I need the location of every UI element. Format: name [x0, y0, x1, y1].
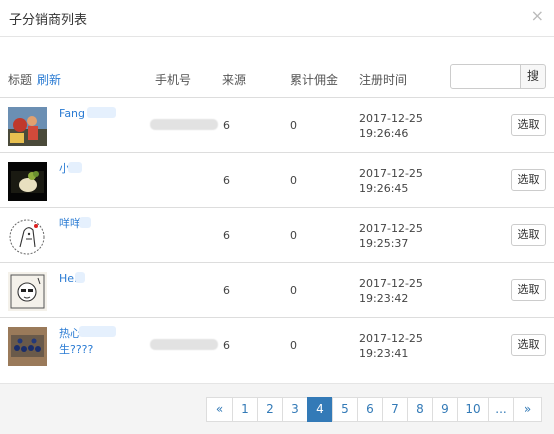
register-clock: 19:23:41	[359, 347, 409, 360]
redacted-name	[87, 107, 116, 118]
page-1-button[interactable]: 1	[232, 397, 258, 422]
register-date: 2017-12-25	[359, 167, 423, 180]
page-5-button[interactable]: 5	[332, 397, 358, 422]
refresh-link[interactable]: 刷新	[37, 71, 61, 88]
select-button[interactable]: 选取	[511, 334, 546, 356]
register-time: 2017-12-25 19:23:41	[359, 331, 423, 361]
close-icon[interactable]: ×	[531, 6, 544, 25]
distributor-name[interactable]: Fang	[59, 107, 85, 120]
register-clock: 19:26:45	[359, 182, 409, 195]
column-source: 来源	[222, 73, 247, 87]
column-commission: 累计佣金	[290, 73, 339, 87]
source-value: 6	[223, 119, 230, 132]
register-clock: 19:26:46	[359, 127, 409, 140]
table-row: 热心 生???? 6 0 2017-12-25 19:23:41 选取	[0, 317, 554, 372]
distributor-name-line2: 生????	[59, 343, 94, 356]
dialog-title: 子分销商列表	[9, 13, 88, 28]
commission-value: 0	[290, 339, 297, 352]
select-button[interactable]: 选取	[511, 279, 546, 301]
avatar	[8, 272, 47, 311]
page-2-button[interactable]: 2	[257, 397, 283, 422]
register-clock: 19:25:37	[359, 237, 409, 250]
avatar	[8, 217, 47, 256]
page-9-button[interactable]: 9	[432, 397, 458, 422]
select-button[interactable]: 选取	[511, 169, 546, 191]
commission-value: 0	[290, 284, 297, 297]
source-value: 6	[223, 284, 230, 297]
register-date: 2017-12-25	[359, 332, 423, 345]
redacted-name	[68, 162, 82, 173]
commission-value: 0	[290, 174, 297, 187]
avatar	[8, 162, 47, 201]
column-title: 标题	[8, 73, 33, 87]
source-value: 6	[223, 174, 230, 187]
register-date: 2017-12-25	[359, 222, 423, 235]
redacted-name	[79, 326, 116, 337]
avatar	[8, 327, 47, 366]
search-input[interactable]	[450, 64, 521, 89]
table-header: 标题 刷新 手机号 来源 累计佣金 注册时间 搜	[0, 60, 554, 97]
page-8-button[interactable]: 8	[407, 397, 433, 422]
register-date: 2017-12-25	[359, 112, 423, 125]
redacted-name	[79, 217, 91, 228]
page-6-button[interactable]: 6	[357, 397, 383, 422]
table-row: Fang 6 0 2017-12-25 19:26:46 选取	[0, 97, 554, 152]
column-phone: 手机号	[155, 73, 192, 87]
pagination-ellipsis: ...	[488, 397, 514, 422]
register-time: 2017-12-25 19:23:42	[359, 276, 423, 306]
register-date: 2017-12-25	[359, 277, 423, 290]
table-row: 小 6 0 2017-12-25 19:26:45 选取	[0, 152, 554, 207]
page-7-button[interactable]: 7	[382, 397, 408, 422]
commission-value: 0	[290, 119, 297, 132]
register-time: 2017-12-25 19:26:46	[359, 111, 423, 141]
pagination: « 1 2 3 4 5 6 7 8 9 10 ... »	[206, 397, 542, 422]
register-clock: 19:23:42	[359, 292, 409, 305]
next-page-button[interactable]: »	[513, 397, 542, 422]
source-value: 6	[223, 229, 230, 242]
prev-page-button[interactable]: «	[206, 397, 233, 422]
column-register-time: 注册时间	[359, 73, 408, 87]
distributor-name[interactable]: 咩咩	[59, 217, 81, 230]
table-row: Her 6 0 2017-12-25 19:23:42 选取	[0, 262, 554, 317]
dialog-footer: « 1 2 3 4 5 6 7 8 9 10 ... »	[0, 383, 554, 434]
page-4-button-current[interactable]: 4	[307, 397, 333, 422]
page-10-button[interactable]: 10	[457, 397, 489, 422]
register-time: 2017-12-25 19:25:37	[359, 221, 423, 251]
source-value: 6	[223, 339, 230, 352]
register-time: 2017-12-25 19:26:45	[359, 166, 423, 196]
commission-value: 0	[290, 229, 297, 242]
select-button[interactable]: 选取	[511, 224, 546, 246]
redacted-phone	[150, 339, 218, 350]
redacted-phone	[150, 119, 218, 130]
redacted-name	[75, 272, 85, 283]
dialog-header: 子分销商列表 ×	[0, 0, 554, 37]
select-button[interactable]: 选取	[511, 114, 546, 136]
page-3-button[interactable]: 3	[282, 397, 308, 422]
search-button[interactable]: 搜	[520, 64, 546, 89]
table-row: 咩咩 6 0 2017-12-25 19:25:37 选取	[0, 207, 554, 262]
avatar	[8, 107, 47, 146]
